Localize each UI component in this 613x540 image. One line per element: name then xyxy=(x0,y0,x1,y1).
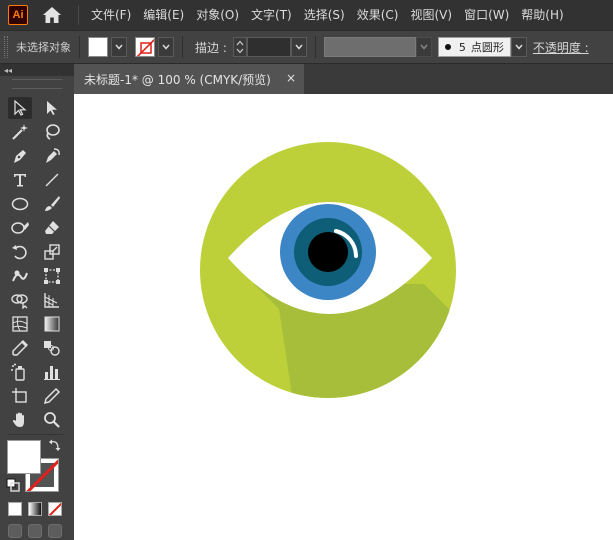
default-fill-stroke-icon[interactable] xyxy=(6,478,20,495)
draw-behind-icon[interactable] xyxy=(28,524,42,538)
symbol-sprayer-tool-icon[interactable] xyxy=(8,361,32,383)
profile-dropdown[interactable] xyxy=(415,37,432,57)
blend-tool-icon[interactable] xyxy=(40,337,64,359)
stroke-weight-input[interactable] xyxy=(246,37,291,57)
home-icon[interactable] xyxy=(40,3,64,27)
no-stroke-icon xyxy=(136,38,154,56)
magic-wand-tool-icon[interactable] xyxy=(8,121,32,143)
perspective-grid-tool-icon[interactable] xyxy=(40,289,64,311)
app-logo-text: Ai xyxy=(12,9,24,21)
warp-tool-icon[interactable] xyxy=(8,265,32,287)
tools-panel: ◂◂ xyxy=(0,64,74,540)
menu-divider xyxy=(78,5,79,25)
chevron-down-icon xyxy=(162,44,170,50)
chevron-down-icon xyxy=(115,44,123,50)
pen-tool-icon[interactable] xyxy=(8,145,32,167)
rotate-tool-icon[interactable] xyxy=(8,241,32,263)
none-mode-button[interactable] xyxy=(48,502,62,516)
document-tab-title: 未标题-1* @ 100 % (CMYK/预览) xyxy=(84,72,271,87)
menu-type[interactable]: 文字(T) xyxy=(245,0,298,30)
paintbrush-tool-icon[interactable] xyxy=(40,193,64,215)
draw-normal-icon[interactable] xyxy=(8,524,22,538)
type-tool-icon[interactable] xyxy=(8,169,32,191)
collapse-panel-icon[interactable]: ◂◂ xyxy=(4,66,12,75)
mesh-tool-icon[interactable] xyxy=(8,313,32,335)
menu-window[interactable]: 窗口(W) xyxy=(458,0,515,30)
slice-tool-icon[interactable] xyxy=(40,385,64,407)
ellipse-tool-icon[interactable] xyxy=(8,193,32,215)
line-segment-tool-icon[interactable] xyxy=(40,169,64,191)
artwork-pupil xyxy=(308,232,348,272)
menu-edit[interactable]: 编辑(E) xyxy=(137,0,190,30)
selection-status: 未选择对象 xyxy=(16,41,71,54)
eye-icon-artwork[interactable] xyxy=(74,94,613,540)
curvature-tool-icon[interactable] xyxy=(40,145,64,167)
chevron-down-icon xyxy=(295,44,303,50)
menu-view[interactable]: 视图(V) xyxy=(404,0,458,30)
gradient-mode-button[interactable] xyxy=(28,502,42,516)
eyedropper-tool-icon[interactable] xyxy=(8,337,32,359)
eraser-tool-icon[interactable] xyxy=(40,217,64,239)
brush-definition[interactable]: 5 点圆形 xyxy=(437,37,511,57)
artboard-tool-icon[interactable] xyxy=(8,385,32,407)
document-tab-bar: 未标题-1* @ 100 % (CMYK/预览) × xyxy=(74,64,613,94)
brush-dot-icon xyxy=(444,44,451,50)
opacity-label[interactable]: 不透明度 : xyxy=(533,39,589,56)
menu-object[interactable]: 对象(O) xyxy=(190,0,245,30)
selection-tool-icon[interactable] xyxy=(8,97,32,119)
brush-size: 5 xyxy=(458,40,466,54)
gradient-tool-icon[interactable] xyxy=(40,313,64,335)
free-transform-tool-icon[interactable] xyxy=(40,265,64,287)
chevron-down-icon xyxy=(515,44,523,50)
tools-divider xyxy=(8,434,64,435)
fill-color-swatch[interactable] xyxy=(88,37,108,57)
menu-effect[interactable]: 效果(C) xyxy=(351,0,405,30)
menu-select[interactable]: 选择(S) xyxy=(298,0,351,30)
column-graph-tool-icon[interactable] xyxy=(40,361,64,383)
tools-panel-header[interactable]: ◂◂ xyxy=(0,64,74,76)
draw-inside-icon[interactable] xyxy=(48,524,62,538)
shaper-tool-icon[interactable] xyxy=(8,217,32,239)
control-divider xyxy=(314,36,316,58)
brush-name: 点圆形 xyxy=(470,41,504,54)
hand-tool-icon[interactable] xyxy=(8,409,32,431)
brush-dropdown[interactable] xyxy=(510,37,527,57)
shape-builder-tool-icon[interactable] xyxy=(8,289,32,311)
artwork-long-shadow xyxy=(254,284,456,398)
control-divider xyxy=(182,36,183,58)
menu-file[interactable]: 文件(F) xyxy=(85,0,137,30)
stroke-weight-stepper[interactable] xyxy=(232,37,247,57)
variable-width-profile[interactable] xyxy=(323,37,416,57)
close-icon[interactable]: × xyxy=(286,71,296,85)
scale-tool-icon[interactable] xyxy=(40,241,64,263)
lasso-tool-icon[interactable] xyxy=(40,121,64,143)
app-logo[interactable]: Ai xyxy=(8,5,28,25)
control-divider xyxy=(79,36,80,58)
color-mode-button[interactable] xyxy=(8,502,22,516)
document-tab[interactable]: 未标题-1* @ 100 % (CMYK/预览) × xyxy=(74,64,304,94)
artboard-canvas[interactable] xyxy=(74,94,613,540)
control-bar: 未选择对象 描边 : 5 点圆形 不透明度 : xyxy=(0,30,613,64)
swap-fill-stroke-icon[interactable] xyxy=(48,438,62,455)
tools-panel-grip[interactable] xyxy=(12,79,62,89)
stroke-weight-dropdown[interactable] xyxy=(290,37,307,57)
stroke-dropdown[interactable] xyxy=(158,37,174,57)
zoom-tool-icon[interactable] xyxy=(40,409,64,431)
menu-help[interactable]: 帮助(H) xyxy=(515,0,569,30)
fill-swatch[interactable] xyxy=(7,440,41,474)
stroke-weight-label[interactable]: 描边 : xyxy=(195,39,227,56)
control-bar-grip[interactable] xyxy=(4,36,8,58)
menu-bar: Ai 文件(F) 编辑(E) 对象(O) 文字(T) 选择(S) 效果(C) 视… xyxy=(0,0,613,30)
stroke-color-swatch[interactable] xyxy=(135,37,155,57)
fill-dropdown[interactable] xyxy=(111,37,127,57)
chevron-down-icon xyxy=(420,44,428,50)
direct-selection-tool-icon[interactable] xyxy=(40,97,64,119)
